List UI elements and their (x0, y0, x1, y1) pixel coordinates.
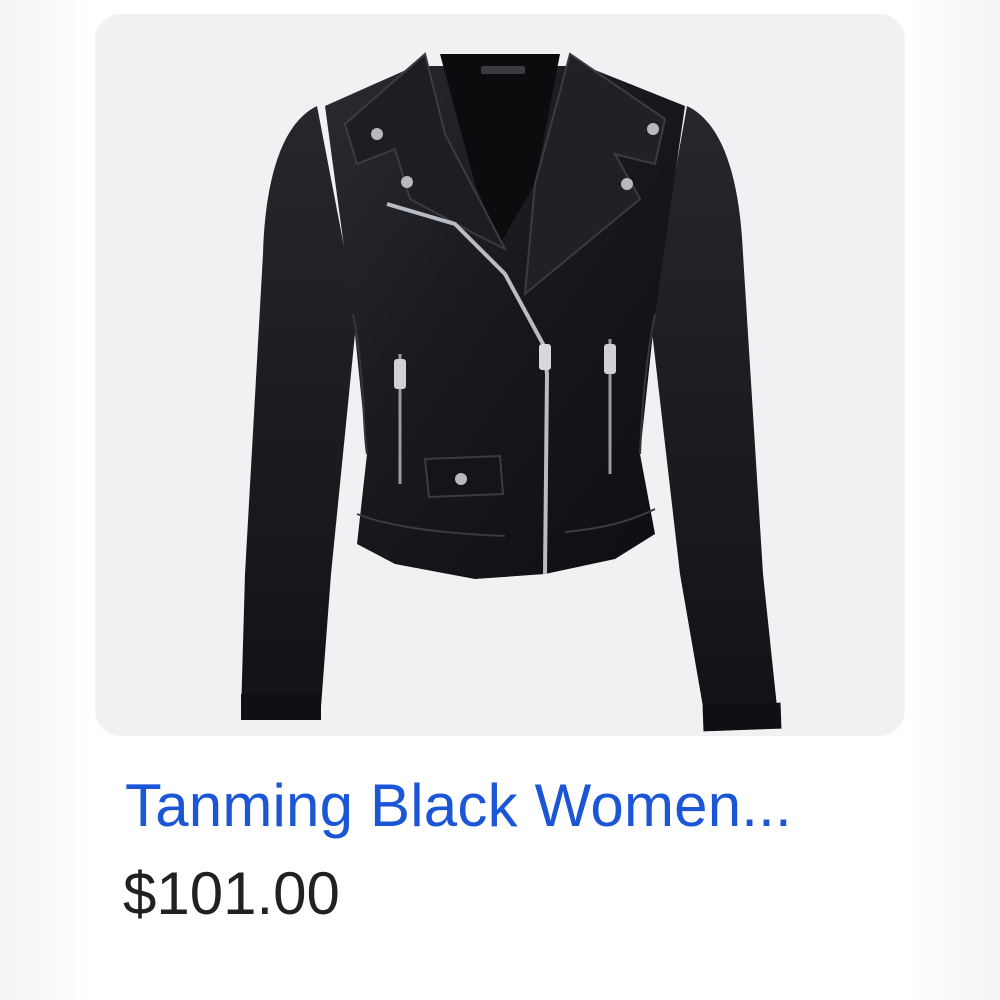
product-price: $101.00 (123, 860, 340, 927)
product-title-link[interactable]: Tanming Black Women... (125, 770, 895, 842)
page: Tanming Black Women... $101.00 (0, 0, 1000, 1000)
product-card[interactable]: Tanming Black Women... $101.00 (95, 0, 905, 1000)
product-image[interactable] (95, 14, 905, 736)
jacket-illustration (241, 52, 782, 732)
